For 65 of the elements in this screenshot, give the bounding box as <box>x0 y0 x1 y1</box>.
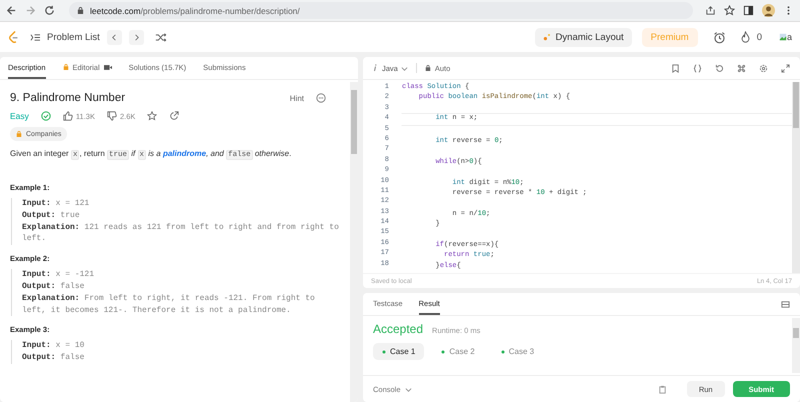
star-icon[interactable] <box>147 111 158 121</box>
example-line: Output: false <box>22 280 86 293</box>
info-icon <box>373 64 377 72</box>
reset-icon[interactable] <box>715 64 724 72</box>
example-line: Input: x = 10 <box>22 340 86 352</box>
star-icon[interactable] <box>724 5 735 16</box>
layout-icon[interactable] <box>781 300 790 308</box>
braces-icon[interactable] <box>693 64 702 72</box>
lock-icon <box>424 64 431 72</box>
example-line: Explanation: 121 reads as 121 from left to right and from right to left. <box>22 222 340 246</box>
status-dot-icon <box>441 350 446 354</box>
avatar-alt-text: a <box>786 32 792 42</box>
hint-link[interactable]: Hint <box>290 94 304 102</box>
back-icon[interactable] <box>6 5 17 16</box>
chevron-right-icon <box>132 34 140 40</box>
chevron-left-icon <box>110 34 118 40</box>
more-icon[interactable] <box>316 93 326 103</box>
thumbs-up-icon <box>62 111 73 121</box>
example-line: Input: x = -121 <box>22 269 96 281</box>
lock-icon <box>62 63 69 71</box>
sparkle-icon <box>542 33 551 41</box>
dynamic-layout-button[interactable]: Dynamic Layout <box>534 28 632 46</box>
profile-icon[interactable] <box>762 4 775 17</box>
streak-count: 0 <box>756 32 762 42</box>
problem-list-button[interactable]: Problem List <box>30 32 100 42</box>
chevron-down-icon <box>404 386 412 392</box>
problem-title: 9. Palindrome Number <box>10 92 126 104</box>
previous-button[interactable] <box>106 30 122 44</box>
example-line: Output: true <box>22 210 81 222</box>
clipboard-icon[interactable] <box>658 384 667 394</box>
lock-icon <box>16 130 22 138</box>
difficulty-label: Easy <box>10 111 29 121</box>
status-dot-icon <box>382 350 386 354</box>
example-line: Explanation: From left to right, it reads -121. From right to left, it becomes 121-. Therefore it is not a palindrome. <box>22 292 316 316</box>
logo-icon[interactable] <box>8 30 19 44</box>
case-tab[interactable]: Case 3 <box>492 343 544 360</box>
scrollbar[interactable] <box>792 82 800 273</box>
thumbs-down-icon <box>106 111 117 121</box>
reload-icon[interactable] <box>44 5 55 16</box>
expand-icon[interactable] <box>781 64 790 72</box>
scrollbar[interactable] <box>350 82 358 402</box>
share-icon[interactable] <box>169 111 180 121</box>
chevron-down-icon <box>400 64 408 72</box>
flame-icon[interactable] <box>740 31 750 43</box>
broken-image-icon[interactable] <box>778 33 787 41</box>
sidebar-icon[interactable] <box>743 5 754 16</box>
next-button[interactable] <box>128 30 144 44</box>
settings-icon[interactable] <box>759 64 768 72</box>
case-tab[interactable]: Case 1 <box>373 343 424 360</box>
example-line: Output: false <box>22 352 86 364</box>
status-dot-icon <box>500 350 505 354</box>
list-icon <box>30 32 41 42</box>
video-icon <box>104 64 112 70</box>
shuffle-icon[interactable] <box>154 32 167 42</box>
share-icon[interactable] <box>705 5 716 16</box>
lock-icon <box>77 6 84 15</box>
address-bar[interactable]: leetcode.com/problems/palindrome-number/description/ <box>69 2 693 19</box>
bookmark-icon[interactable] <box>671 64 680 72</box>
palindrome-link[interactable]: palindrome <box>162 149 206 158</box>
verdict-text: Accepted <box>373 322 424 336</box>
alarm-clock-icon[interactable] <box>712 30 726 44</box>
command-icon[interactable] <box>737 64 746 72</box>
example-line: Input: x = 121 <box>22 198 90 210</box>
scrollbar[interactable] <box>792 318 800 373</box>
case-tab[interactable]: Case 2 <box>432 343 484 360</box>
